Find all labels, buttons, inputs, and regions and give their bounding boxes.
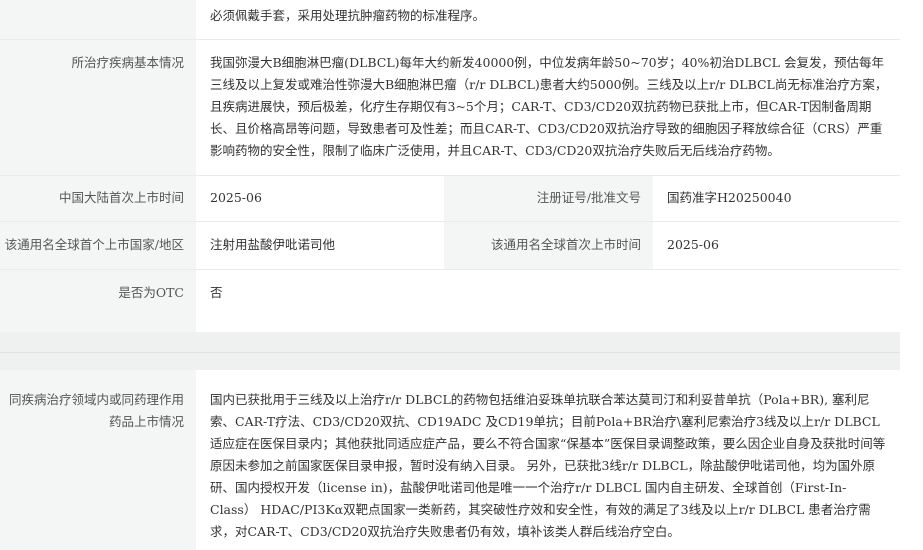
- similar-drugs-row: 同疾病治疗领域内或同药理作用 药品上市情况 国内已获批用于三线及以上治疗r/r …: [0, 370, 900, 550]
- approval-number-label: 注册证号/批准文号: [444, 176, 653, 221]
- global-first-country-value: 注射用盐酸伊吡诺司他: [210, 237, 336, 252]
- scroll-gutter: [900, 0, 923, 550]
- global-first-launch-label: 该通用名全球首次上市时间: [444, 222, 653, 269]
- otc-value: 否: [210, 285, 223, 300]
- similar-drugs-label-line1: 同疾病治疗领域内或同药理作用: [8, 392, 184, 407]
- page: 必须佩戴手套，采用处理抗肿瘤药物的标准程序。 所治疗疾病基本情况 我国弥漫大B细…: [0, 0, 923, 550]
- global-row: 该通用名全球首个上市国家/地区 注射用盐酸伊吡诺司他 该通用名全球首次上市时间 …: [0, 222, 900, 270]
- similar-drugs-label: 同疾病治疗领域内或同药理作用 药品上市情况: [0, 370, 196, 550]
- global-first-country-label: 该通用名全球首个上市国家/地区: [0, 222, 196, 269]
- disease-row: 所治疗疾病基本情况 我国弥漫大B细胞淋巴瘤(DLBCL)每年大约新发40000例…: [0, 40, 900, 176]
- handling-value: 必须佩戴手套，采用处理抗肿瘤药物的标准程序。: [210, 8, 486, 23]
- global-first-launch-value: 2025-06: [667, 237, 719, 252]
- disease-label: 所治疗疾病基本情况: [0, 40, 196, 175]
- otc-row: 是否为OTC 否: [0, 270, 900, 332]
- handling-label-cell: [0, 0, 196, 39]
- china-launch-label: 中国大陆首次上市时间: [0, 176, 196, 221]
- launch-row: 中国大陆首次上市时间 2025-06 注册证号/批准文号 国药准字H202500…: [0, 176, 900, 222]
- disease-value: 我国弥漫大B细胞淋巴瘤(DLBCL)每年大约新发40000例，中位发病年龄50~…: [210, 55, 888, 158]
- drug-info-card: 必须佩戴手套，采用处理抗肿瘤药物的标准程序。 所治疗疾病基本情况 我国弥漫大B细…: [0, 0, 900, 332]
- section-divider: [0, 352, 923, 353]
- approval-number-value: 国药准字H20250040: [667, 190, 792, 205]
- market-info-card: 同疾病治疗领域内或同药理作用 药品上市情况 国内已获批用于三线及以上治疗r/r …: [0, 370, 900, 550]
- section-gap: [0, 332, 923, 370]
- similar-drugs-value: 国内已获批用于三线及以上治疗r/r DLBCL的药物包括维泊妥珠单抗联合苯达莫司…: [210, 392, 886, 539]
- similar-drugs-label-line2: 药品上市情况: [108, 414, 184, 429]
- handling-row: 必须佩戴手套，采用处理抗肿瘤药物的标准程序。: [0, 0, 900, 40]
- otc-label: 是否为OTC: [0, 270, 196, 332]
- china-launch-value: 2025-06: [210, 190, 262, 205]
